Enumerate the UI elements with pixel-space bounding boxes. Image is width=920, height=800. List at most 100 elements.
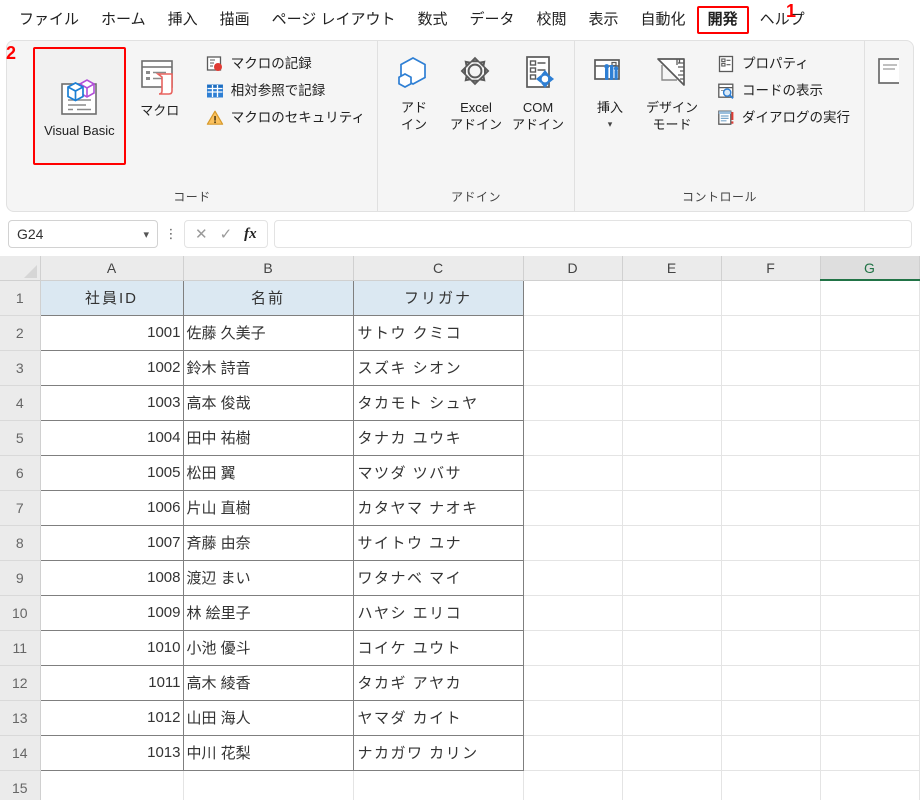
cell-d14[interactable]	[523, 735, 623, 771]
cell-e9[interactable]	[622, 560, 722, 596]
cell-g14[interactable]	[820, 735, 920, 771]
design-mode-button[interactable]: デザイン モード	[641, 47, 703, 135]
cell-d3[interactable]	[523, 350, 623, 386]
properties-button[interactable]: プロパティ	[717, 55, 850, 73]
tab-file[interactable]: ファイル	[8, 6, 90, 34]
column-header-g[interactable]: G	[820, 256, 920, 281]
cell-d10[interactable]	[523, 595, 623, 631]
cell-d4[interactable]	[523, 385, 623, 421]
cell-a4[interactable]: 1003	[39, 384, 184, 421]
cell-d15[interactable]	[523, 770, 623, 800]
row-header-5[interactable]: 5	[0, 420, 41, 456]
cell-e12[interactable]	[622, 665, 722, 701]
cell-g11[interactable]	[820, 630, 920, 666]
insert-function-icon[interactable]: fx	[244, 226, 257, 243]
cell-c12[interactable]: タカギ アヤカ	[352, 664, 524, 701]
cell-g10[interactable]	[820, 595, 920, 631]
tab-automate[interactable]: 自動化	[630, 6, 697, 34]
cell-g2[interactable]	[820, 315, 920, 351]
column-header-e[interactable]: E	[622, 256, 722, 281]
cell-b5[interactable]: 田中 祐樹	[182, 419, 354, 456]
cell-f3[interactable]	[721, 350, 821, 386]
run-dialog-button[interactable]: ダイアログの実行	[717, 109, 850, 127]
row-header-6[interactable]: 6	[0, 455, 41, 491]
row-header-3[interactable]: 3	[0, 350, 41, 386]
cell-c8[interactable]: サイトウ ユナ	[352, 524, 524, 561]
chevron-down-icon[interactable]: ▾	[608, 120, 613, 129]
cell-a15[interactable]	[40, 770, 184, 800]
cell-c7[interactable]: カタヤマ ナオキ	[352, 489, 524, 526]
cell-a9[interactable]: 1008	[39, 559, 184, 596]
cell-c13[interactable]: ヤマダ カイト	[352, 699, 524, 736]
cell-g8[interactable]	[820, 525, 920, 561]
cell-e15[interactable]	[622, 770, 722, 800]
cell-c14[interactable]: ナカガワ カリン	[352, 734, 524, 771]
cell-c10[interactable]: ハヤシ エリコ	[352, 594, 524, 631]
cell-b1[interactable]: 名前	[182, 279, 354, 316]
row-header-8[interactable]: 8	[0, 525, 41, 561]
cell-f7[interactable]	[721, 490, 821, 526]
cell-e10[interactable]	[622, 595, 722, 631]
column-header-b[interactable]: B	[183, 256, 354, 281]
cell-e11[interactable]	[622, 630, 722, 666]
check-icon[interactable]: ✓	[220, 225, 233, 243]
visual-basic-button[interactable]: Visual Basic	[33, 47, 126, 165]
row-header-7[interactable]: 7	[0, 490, 41, 526]
macro-security-button[interactable]: マクロのセキュリティ	[206, 109, 365, 127]
row-header-14[interactable]: 14	[0, 735, 41, 771]
row-header-11[interactable]: 11	[0, 630, 41, 666]
cell-c5[interactable]: タナカ ユウキ	[352, 419, 524, 456]
cell-f8[interactable]	[721, 525, 821, 561]
cell-f2[interactable]	[721, 315, 821, 351]
cell-d5[interactable]	[523, 420, 623, 456]
column-header-c[interactable]: C	[353, 256, 524, 281]
cell-g12[interactable]	[820, 665, 920, 701]
cell-a14[interactable]: 1013	[39, 734, 184, 771]
cell-g3[interactable]	[820, 350, 920, 386]
cell-e7[interactable]	[622, 490, 722, 526]
cell-f15[interactable]	[721, 770, 821, 800]
cell-b13[interactable]: 山田 海人	[182, 699, 354, 736]
cell-c15[interactable]	[353, 770, 524, 800]
cell-f12[interactable]	[721, 665, 821, 701]
cell-e3[interactable]	[622, 350, 722, 386]
cell-f5[interactable]	[721, 420, 821, 456]
cell-a5[interactable]: 1004	[39, 419, 184, 456]
insert-control-button[interactable]: 挿入 ▾	[583, 47, 637, 130]
cell-a3[interactable]: 1002	[39, 349, 184, 386]
cell-c2[interactable]: サトウ クミコ	[352, 314, 524, 351]
cell-e2[interactable]	[622, 315, 722, 351]
cell-b11[interactable]: 小池 優斗	[182, 629, 354, 666]
cell-d8[interactable]	[523, 525, 623, 561]
row-header-10[interactable]: 10	[0, 595, 41, 631]
cell-b7[interactable]: 片山 直樹	[182, 489, 354, 526]
cell-e8[interactable]	[622, 525, 722, 561]
cell-e14[interactable]	[622, 735, 722, 771]
cell-a11[interactable]: 1010	[39, 629, 184, 666]
row-header-2[interactable]: 2	[0, 315, 41, 351]
cell-b10[interactable]: 林 絵里子	[182, 594, 354, 631]
cell-b2[interactable]: 佐藤 久美子	[182, 314, 354, 351]
tab-help[interactable]: ヘルプ	[749, 6, 816, 34]
column-header-d[interactable]: D	[523, 256, 623, 281]
cell-e6[interactable]	[622, 455, 722, 491]
cell-f1[interactable]	[721, 280, 821, 316]
cell-g7[interactable]	[820, 490, 920, 526]
tab-page-layout[interactable]: ページ レイアウト	[261, 6, 407, 34]
cell-e5[interactable]	[622, 420, 722, 456]
cell-f6[interactable]	[721, 455, 821, 491]
cell-g1[interactable]	[820, 280, 920, 316]
com-addins-button[interactable]: COM アドイン	[510, 47, 566, 135]
row-header-4[interactable]: 4	[0, 385, 41, 421]
cell-d11[interactable]	[523, 630, 623, 666]
tab-home[interactable]: ホーム	[90, 6, 157, 34]
cell-f4[interactable]	[721, 385, 821, 421]
cell-c3[interactable]: スズキ シオン	[352, 349, 524, 386]
cell-f14[interactable]	[721, 735, 821, 771]
view-code-button[interactable]: コードの表示	[717, 82, 850, 100]
row-header-12[interactable]: 12	[0, 665, 41, 701]
cell-c6[interactable]: マツダ ツバサ	[352, 454, 524, 491]
record-macro-button[interactable]: マクロの記録	[206, 55, 365, 73]
cell-a13[interactable]: 1012	[39, 699, 184, 736]
cell-b12[interactable]: 高木 綾香	[182, 664, 354, 701]
